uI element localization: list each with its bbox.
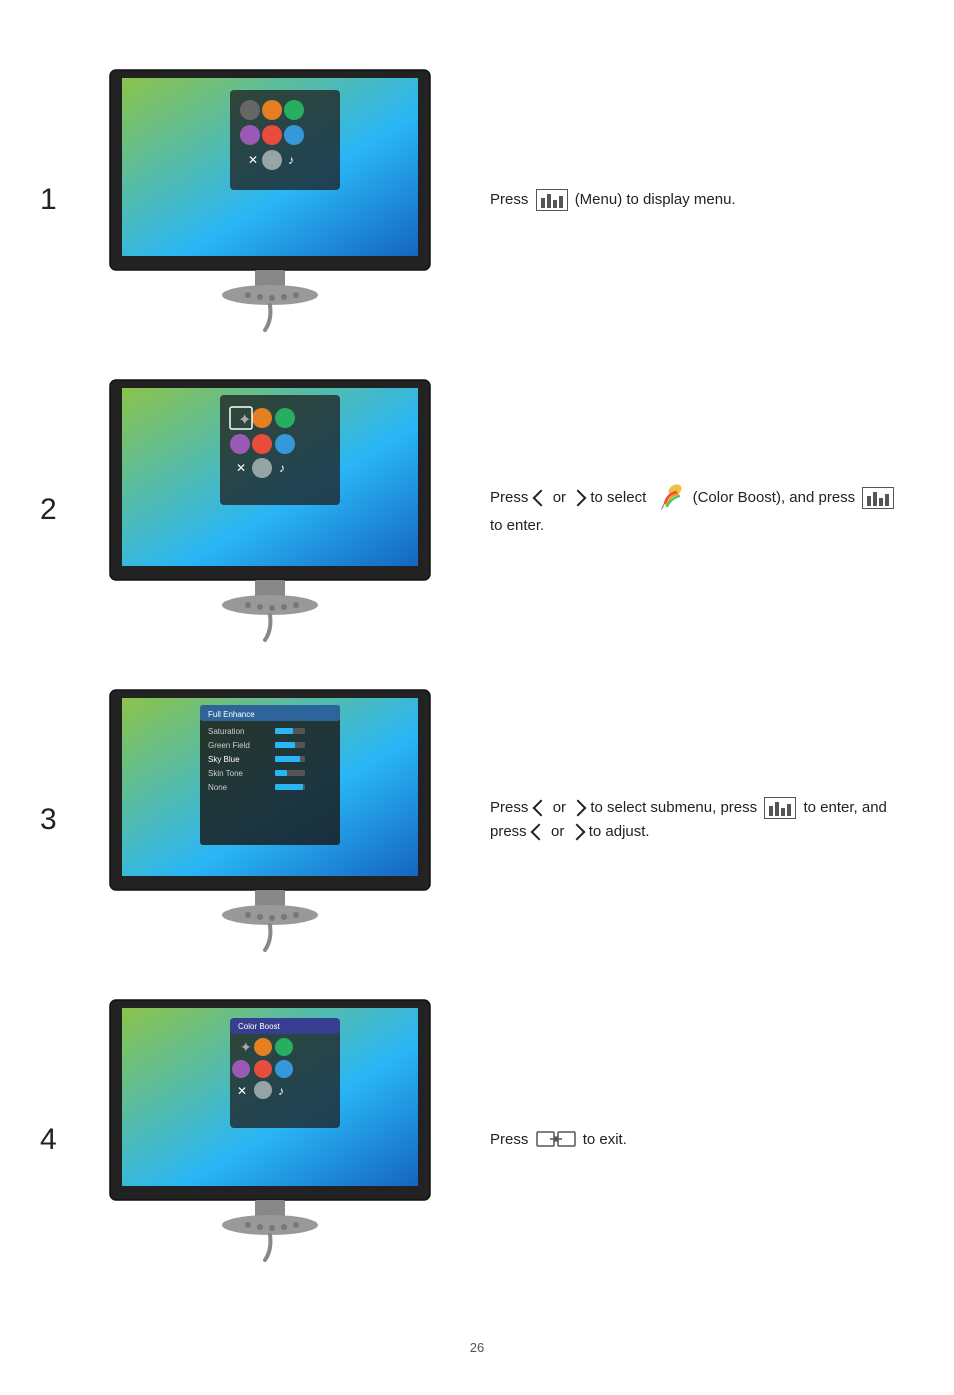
chevron-left-icon-3a xyxy=(532,800,549,817)
menu-button-icon-2 xyxy=(862,487,894,509)
step-3-row: 3 Full Enhance Saturation xyxy=(40,680,914,960)
step-3-text-3: to adjust. xyxy=(589,823,650,840)
step-3-monitor: Full Enhance Saturation Green Field Sky … xyxy=(90,680,450,960)
step-4-number: 4 xyxy=(40,1123,90,1157)
step-4-text: to exit. xyxy=(583,1131,627,1148)
menu-button-icon-3 xyxy=(764,797,796,819)
menu-button-icon-1 xyxy=(536,189,568,211)
svg-text:Full Enhance: Full Enhance xyxy=(208,710,255,719)
svg-text:♪: ♪ xyxy=(288,153,294,167)
svg-text:✕: ✕ xyxy=(248,153,258,167)
step-4-row: 4 Color Boost ✦ xyxy=(40,990,914,1290)
step-1-monitor: ✕ ♪ xyxy=(90,60,450,340)
svg-text:✕: ✕ xyxy=(236,461,246,475)
chevron-left-icon-2 xyxy=(532,490,549,507)
step-2-row: 2 ✦ xyxy=(40,370,914,650)
step-3-number: 3 xyxy=(40,803,90,837)
exit-button-icon xyxy=(536,1128,576,1152)
step-3-instruction: Press or to select submenu, press to ent… xyxy=(450,796,914,844)
step-4-monitor: Color Boost ✦ ✕ ♪ xyxy=(90,990,450,1290)
color-boost-icon xyxy=(653,482,685,514)
page: 1 xyxy=(0,0,954,1395)
svg-text:Green Field: Green Field xyxy=(208,741,250,750)
step-1-row: 1 xyxy=(40,60,914,340)
chevron-right-icon-3b xyxy=(568,824,585,841)
chevron-right-icon-2 xyxy=(570,490,587,507)
svg-text:✕: ✕ xyxy=(237,1084,247,1098)
step-4-instruction: Press to exit. xyxy=(450,1128,914,1152)
step-3-text-1: to select submenu, press xyxy=(590,799,757,816)
step-1-number: 1 xyxy=(40,183,90,217)
step-3-or-1: or xyxy=(553,799,566,816)
step-2-or-1: or xyxy=(553,489,566,506)
svg-text:None: None xyxy=(208,783,228,792)
svg-text:✦: ✦ xyxy=(240,1039,252,1055)
step-3-or-2: or xyxy=(551,823,564,840)
step-2-to-enter: to enter. xyxy=(490,517,544,534)
step-1-text: (Menu) to display menu. xyxy=(575,191,736,208)
svg-text:Color Boost: Color Boost xyxy=(238,1022,281,1031)
step-2-instruction: Press or to select (Color Boost), and pr… xyxy=(450,482,914,538)
step-2-color-boost-label: (Color Boost), and press xyxy=(693,489,856,506)
chevron-left-icon-3b xyxy=(530,824,547,841)
svg-text:♪: ♪ xyxy=(278,1084,284,1098)
svg-text:Skin Tone: Skin Tone xyxy=(208,769,244,778)
svg-text:♪: ♪ xyxy=(279,461,285,475)
svg-text:✦: ✦ xyxy=(238,412,251,429)
svg-text:Sky Blue: Sky Blue xyxy=(208,755,240,764)
chevron-right-icon-3a xyxy=(570,800,587,817)
step-2-to-select: to select xyxy=(590,489,646,506)
step-2-number: 2 xyxy=(40,493,90,527)
step-1-instruction: Press (Menu) to display menu. xyxy=(450,188,914,212)
svg-text:Saturation: Saturation xyxy=(208,727,244,736)
page-number: 26 xyxy=(40,1340,914,1355)
step-2-monitor: ✦ ✕ ♪ xyxy=(90,370,450,650)
